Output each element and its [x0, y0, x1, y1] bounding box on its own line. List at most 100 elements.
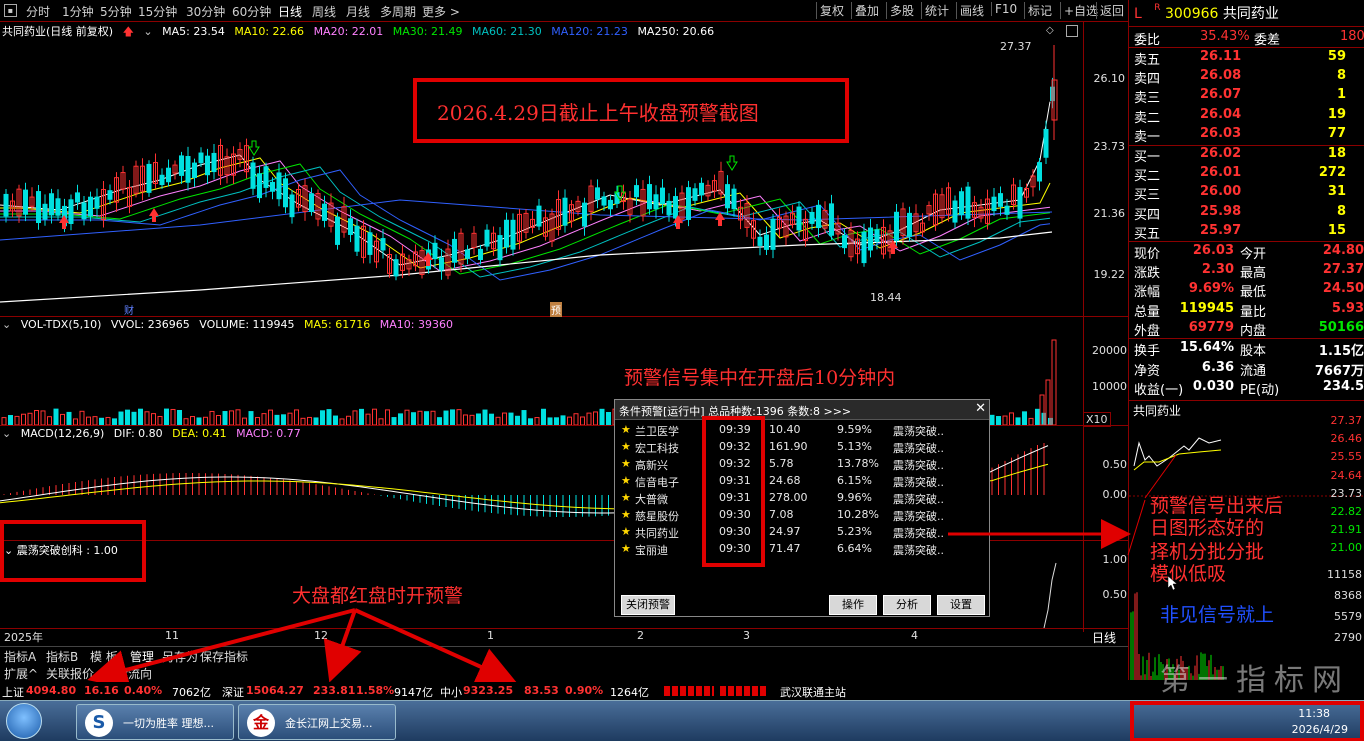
tab-capital-flow[interactable]: 资金流向	[104, 665, 152, 682]
buy-row[interactable]: 买二 26.01 272	[1134, 164, 1364, 184]
candle-body	[393, 259, 399, 277]
tab-related-quotes[interactable]: 关联报价	[46, 665, 94, 682]
vol-bar	[326, 409, 332, 425]
alert-row[interactable]: ★ 兰卫医学 09:39 10.40 9.59% 震荡突破..	[619, 422, 987, 439]
mark-button[interactable]: 标记	[1024, 2, 1055, 19]
yu-marker[interactable]: 预	[550, 302, 562, 317]
osc-axis-1: 1.00	[1102, 553, 1128, 566]
alert-pct: 9.59%	[837, 423, 872, 436]
candle-body	[81, 202, 87, 220]
cai-marker[interactable]: 财	[124, 302, 134, 317]
vol-bar	[456, 409, 462, 425]
sell-row[interactable]: 卖三 26.07 1	[1134, 86, 1364, 106]
stat-row[interactable]: 外盘 69779 内盘 50166	[1134, 319, 1364, 339]
stat-row[interactable]: 涨幅 9.69% 最低 24.50	[1134, 280, 1364, 300]
candle-body	[725, 184, 730, 209]
tab-indicator-a[interactable]: 指标A	[4, 648, 36, 665]
start-button[interactable]	[6, 703, 42, 739]
candle-body	[731, 188, 737, 210]
candle-body	[874, 229, 880, 243]
f10-button[interactable]: F10	[991, 2, 1020, 16]
period-fenshi[interactable]: 分时	[26, 3, 50, 20]
scroll-left-icon[interactable]: ◇	[1046, 25, 1054, 36]
buy-row[interactable]: 买三 26.00 31	[1134, 183, 1364, 203]
vol-bar	[599, 408, 605, 425]
vol-bar	[996, 416, 1001, 425]
period-more[interactable]: 更多 >	[422, 3, 460, 20]
menu-square-icon[interactable]: ▪	[4, 4, 17, 17]
vol-bar	[170, 408, 176, 425]
clock[interactable]: 11:38	[1298, 707, 1330, 720]
buy-row[interactable]: 买一 26.02 18	[1134, 145, 1364, 165]
sell-row[interactable]: 卖四 26.08 8	[1134, 67, 1364, 88]
sell-row[interactable]: 卖二 26.04 19	[1134, 106, 1364, 126]
period-weekly[interactable]: 周线	[312, 3, 336, 20]
server-label[interactable]: 武汉联通主站	[780, 684, 846, 700]
period-60min[interactable]: 60分钟	[232, 3, 271, 20]
sell-row[interactable]: 卖一 26.03 77	[1134, 125, 1364, 145]
vvol-label: VVOL: 236965	[110, 318, 190, 331]
taskbar-app-1[interactable]: S 一切为胜率 理想...	[76, 704, 234, 740]
tab-save-indicator[interactable]: 保存指标	[200, 648, 248, 665]
close-alert-button[interactable]: 关闭预警	[621, 595, 675, 615]
candle-body	[309, 193, 314, 212]
candle-body	[94, 196, 100, 209]
period-15min[interactable]: 15分钟	[138, 3, 177, 20]
tab-manage[interactable]: 管理	[130, 648, 154, 665]
alert-row[interactable]: ★ 信音电子 09:31 24.68 6.15% 震荡突破..	[619, 473, 987, 490]
multi-stock-button[interactable]: 多股	[886, 2, 917, 19]
vol-dropdown-icon[interactable]: ⌄	[2, 318, 11, 331]
stat2-row[interactable]: 收益(一) 0.030 PE(动) 234.5	[1134, 378, 1364, 398]
candle-body	[861, 231, 867, 264]
settings-button[interactable]: 设置	[937, 595, 985, 615]
dropdown-icon[interactable]: ⌄	[143, 25, 152, 38]
alert-condition: 震荡突破..	[893, 510, 944, 523]
vol-bar	[411, 412, 416, 425]
candle-body	[699, 182, 704, 196]
alert-pct: 5.23%	[837, 525, 872, 538]
alert-row[interactable]: ★ 大普微 09:31 278.00 9.96% 震荡突破..	[619, 490, 987, 507]
stat-row[interactable]: 现价 26.03 今开 24.80	[1134, 242, 1364, 262]
back-button[interactable]: 返回	[1096, 2, 1127, 19]
alert-row[interactable]: ★ 宏工科技 09:32 161.90 5.13% 震荡突破..	[619, 439, 987, 456]
draw-line-button[interactable]: 画线	[956, 2, 987, 19]
fuquan-button[interactable]: 复权	[816, 2, 847, 19]
add-watchlist-button[interactable]: +自选	[1060, 2, 1101, 19]
alert-row[interactable]: ★ 共同药业 09:30 24.97 5.23% 震荡突破..	[619, 524, 987, 541]
stat-row[interactable]: 总量 119945 量比 5.93	[1134, 300, 1364, 320]
date[interactable]: 2026/4/29	[1292, 723, 1348, 736]
period-1min[interactable]: 1分钟	[62, 3, 94, 20]
buy-row[interactable]: 买五 25.97 15	[1134, 222, 1364, 242]
stat2-row[interactable]: 净资 6.36 流通 7667万	[1134, 359, 1364, 379]
period-5min[interactable]: 5分钟	[100, 3, 132, 20]
buy-row[interactable]: 买四 25.98 8	[1134, 203, 1364, 223]
sell-level-label: 卖四	[1134, 72, 1161, 88]
alert-row[interactable]: ★ 宝丽迪 09:30 71.47 6.64% 震荡突破..	[619, 541, 987, 558]
tab-template[interactable]: 模 板	[90, 648, 118, 665]
taskbar-app-2[interactable]: 金 金长江网上交易...	[238, 704, 396, 740]
alert-pct: 10.28%	[837, 508, 879, 521]
period-multi[interactable]: 多周期	[380, 3, 416, 20]
operate-button[interactable]: 操作	[829, 595, 877, 615]
alert-row[interactable]: ★ 慈星股份 09:30 7.08 10.28% 震荡突破..	[619, 507, 987, 524]
tab-extend[interactable]: 扩展^	[4, 665, 38, 682]
period-daily[interactable]: 日线	[278, 3, 302, 20]
analyze-button[interactable]: 分析	[883, 595, 931, 615]
period-30min[interactable]: 30分钟	[186, 3, 225, 20]
stat-row[interactable]: 涨跌 2.30 最高 27.37	[1134, 261, 1364, 281]
overlay-button[interactable]: 叠加	[851, 2, 882, 19]
buy-volume: 272	[1318, 165, 1346, 181]
period-monthly[interactable]: 月线	[346, 3, 370, 20]
scroll-right-icon[interactable]	[1066, 25, 1078, 37]
stats-button[interactable]: 统计	[921, 2, 952, 19]
alert-row[interactable]: ★ 高新兴 09:32 5.78 13.78% 震荡突破..	[619, 456, 987, 473]
alert-condition: 震荡突破..	[893, 459, 944, 472]
tab-save-as[interactable]: 另存为	[162, 648, 198, 665]
buy-arrow-icon	[149, 208, 159, 222]
sell-row[interactable]: 卖五 26.11 59	[1134, 48, 1364, 68]
stat2-row[interactable]: 换手 15.64% 股本 1.15亿	[1134, 339, 1364, 359]
tab-indicator-b[interactable]: 指标B	[46, 648, 78, 665]
macd-dropdown-icon[interactable]: ⌄	[2, 427, 11, 440]
alert-close-icon[interactable]: ✕	[975, 401, 986, 416]
daily-label[interactable]: 日线	[1092, 629, 1116, 646]
